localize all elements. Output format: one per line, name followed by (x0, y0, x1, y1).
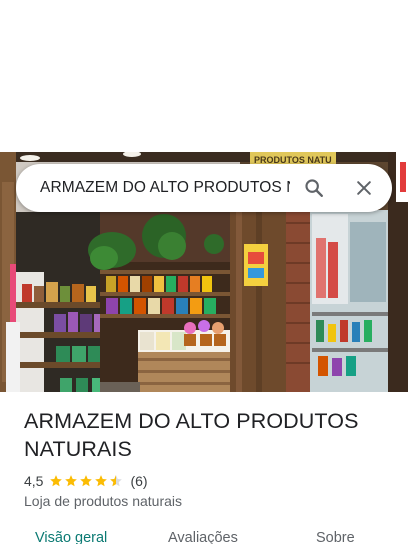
search-icon[interactable] (302, 176, 326, 200)
star-icon (65, 475, 78, 487)
tab-reviews[interactable]: Avaliações (168, 530, 238, 544)
place-tabs: Visão geral Avaliações Sobre (0, 530, 408, 544)
star-icon (80, 475, 93, 487)
rating-value: 4,5 (24, 473, 44, 489)
place-category: Loja de produtos naturais (24, 493, 182, 509)
review-count[interactable]: (6) (130, 473, 147, 489)
map-blank-area (0, 0, 408, 152)
star-rating (49, 474, 124, 488)
star-icon (50, 475, 63, 487)
rating-row[interactable]: 4,5 (6) (24, 472, 148, 490)
place-title: ARMAZEM DO ALTO PRODUTOS NATURAIS (24, 409, 359, 461)
close-icon[interactable] (352, 176, 376, 200)
search-box[interactable]: ARMAZEM DO ALTO PRODUTOS NA (16, 164, 392, 212)
star-half-icon (110, 475, 123, 487)
tab-overview[interactable]: Visão geral (35, 530, 107, 544)
star-icon (95, 475, 108, 487)
search-input[interactable]: ARMAZEM DO ALTO PRODUTOS NA (40, 179, 290, 197)
place-sheet: PRODUTOS NATU ARMAZEM DO ALTO PRODUTOS N… (0, 0, 408, 544)
tab-about[interactable]: Sobre (316, 530, 355, 544)
